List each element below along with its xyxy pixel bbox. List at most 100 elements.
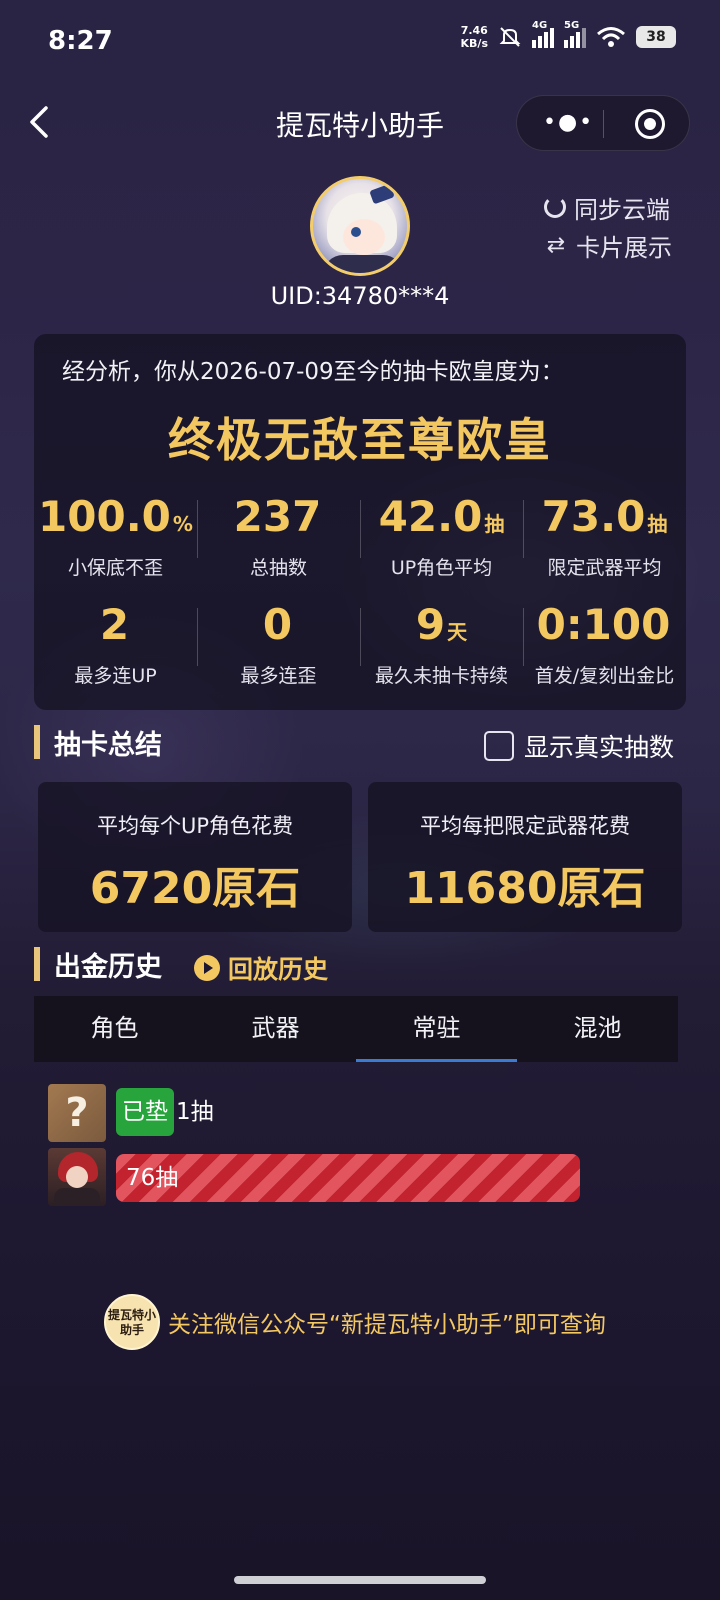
unknown-item-thumb: ? (48, 1084, 106, 1142)
replay-label: 回放历史 (228, 955, 329, 984)
pity-badge: 已垫 (116, 1088, 174, 1136)
history-title: 出金历史 (54, 951, 162, 983)
stat-number: 0 (262, 600, 293, 649)
stat-value: 237 (197, 492, 360, 549)
swap-icon: ⇄ (546, 232, 566, 258)
stat-value: 0:100 (523, 600, 686, 657)
stat-number: 0:100 (536, 600, 671, 649)
stat-item: 100.0% 小保底不歪 (34, 492, 197, 584)
avatar-crown (369, 183, 395, 205)
net-speed-value: 7.46 (460, 24, 488, 37)
play-icon (194, 955, 220, 981)
stat-number: 2 (99, 600, 130, 649)
cost-value: 11680原石 (404, 863, 646, 914)
stat-item: 9天 最久未抽卡持续 (360, 600, 523, 692)
signal-4g-icon: 4G (532, 20, 554, 48)
analysis-card: 经分析，你从2026-07-09至今的抽卡欧皇度为： 终极无敌至尊欧皇 100.… (34, 334, 686, 710)
home-indicator[interactable] (234, 1576, 486, 1584)
analysis-intro: 经分析，你从2026-07-09至今的抽卡欧皇度为： (62, 359, 564, 385)
card-display-label: 卡片展示 (576, 233, 672, 262)
pity-count: 1抽 (176, 1099, 214, 1125)
tab-weapon[interactable]: 武器 (195, 996, 356, 1062)
stat-value: 2 (34, 600, 197, 657)
sync-cloud-label: 同步云端 (574, 195, 670, 224)
stat-label: 小保底不歪 (67, 557, 163, 579)
stat-item: 0 最多连歪 (197, 600, 360, 692)
stats-row: 2 最多连UP 0 最多连歪 9天 最久未抽卡持续 0:100 首发/复刻出金比 (34, 600, 686, 692)
assistant-logo: 提瓦特小助手 (104, 1294, 160, 1350)
checkbox-label: 显示真实抽数 (523, 733, 674, 762)
section-accent-bar (34, 725, 40, 759)
header: 提瓦特小助手 •●• (0, 92, 720, 152)
stat-value: 42.0 抽 (360, 492, 523, 549)
cost-value: 6720原石 (89, 863, 301, 914)
stat-value: 9天 (360, 600, 523, 657)
signal-5g-icon: 5G (564, 20, 586, 48)
stat-item: 0:100 首发/复刻出金比 (523, 600, 686, 692)
stat-item: 2 最多连UP (34, 600, 197, 692)
up-character-cost-card: 平均每个UP角色花费 6720原石 (38, 782, 352, 932)
section-accent-bar (34, 947, 40, 981)
battery-icon: 38 (636, 26, 676, 48)
pity-row: ? 已垫 1抽 (48, 1084, 688, 1142)
status-icons: 7.46 KB/s 4G 5G 38 (461, 20, 676, 50)
show-real-pulls-toggle[interactable]: 显示真实抽数 (483, 728, 674, 764)
stat-label: 首发/复刻出金比 (534, 665, 675, 687)
stat-label: 最多连歪 (240, 665, 317, 687)
avatar[interactable] (310, 176, 410, 276)
stats-row: 100.0% 小保底不歪 237 总抽数 42.0 抽 UP角色平均 73.0 抽 … (34, 492, 686, 584)
replay-history-button[interactable]: 回放历史 (194, 950, 328, 986)
avatar-cloak (323, 255, 403, 273)
stat-item: 42.0 抽 UP角色平均 (360, 492, 523, 584)
stat-value: 0 (197, 600, 360, 657)
pull-count-bar: 76抽 (116, 1154, 580, 1202)
cost-label: 平均每个UP角色花费 (96, 814, 294, 838)
tab-standard[interactable]: 常驻 (356, 996, 517, 1062)
stat-label: 限定武器平均 (547, 557, 662, 579)
target-icon[interactable] (635, 109, 665, 139)
tab-character[interactable]: 角色 (34, 996, 195, 1062)
wifi-icon (597, 27, 625, 47)
status-bar: 8:27 7.46 KB/s 4G 5G 38 (0, 0, 720, 84)
character-avatar (48, 1148, 106, 1206)
refresh-icon (544, 196, 566, 218)
stat-number: 9 (415, 600, 446, 649)
stat-item: 237 总抽数 (197, 492, 360, 584)
history-row[interactable]: 76抽 (48, 1148, 688, 1206)
tab-mixed[interactable]: 混池 (517, 996, 678, 1062)
stat-label: UP角色平均 (390, 557, 493, 579)
stat-unit: 抽 (647, 512, 668, 536)
history-section-header: 出金历史 (34, 944, 162, 984)
follow-official-account[interactable]: 提瓦特小助手 关注微信公众号“新提瓦特小助手”即可查询 (104, 1294, 606, 1350)
side-actions: 同步云端 ⇄ 卡片展示 (544, 188, 672, 264)
cost-label: 平均每把限定武器花费 (420, 814, 630, 838)
stat-unit: % (172, 512, 193, 536)
stat-number: 42.0 (378, 492, 483, 541)
stat-value: 73.0 抽 (523, 492, 686, 549)
character-coat (54, 1188, 100, 1206)
mute-bell-icon (499, 27, 521, 47)
status-time: 8:27 (48, 26, 113, 56)
signal-5g-label: 5G (564, 20, 580, 31)
stat-label: 总抽数 (249, 557, 307, 579)
stat-unit: 抽 (484, 512, 505, 536)
stat-label: 最多连UP (74, 665, 157, 687)
follow-text: 关注微信公众号“新提瓦特小助手”即可查询 (168, 1312, 606, 1338)
summary-section-header: 抽卡总结 (34, 722, 162, 762)
card-display-button[interactable]: ⇄ 卡片展示 (544, 226, 672, 264)
sync-cloud-button[interactable]: 同步云端 (544, 188, 672, 226)
capsule-divider (603, 110, 604, 138)
uid-text: UID:34780***4 (270, 282, 450, 310)
character-face (66, 1166, 88, 1188)
rank-title: 终极无敌至尊欧皇 (168, 413, 552, 467)
stat-number: 100.0 (38, 492, 171, 541)
weapon-cost-card: 平均每把限定武器花费 11680原石 (368, 782, 682, 932)
stat-number: 73.0 (541, 492, 646, 541)
checkbox[interactable] (483, 731, 514, 761)
banner-tabs: 角色 武器 常驻 混池 (34, 996, 678, 1062)
pull-count-label: 76抽 (126, 1165, 179, 1191)
more-dots-icon[interactable]: •●• (543, 110, 594, 135)
net-speed: 7.46 KB/s (461, 24, 488, 50)
stat-value: 100.0% (34, 492, 197, 549)
stat-number: 237 (233, 492, 322, 541)
